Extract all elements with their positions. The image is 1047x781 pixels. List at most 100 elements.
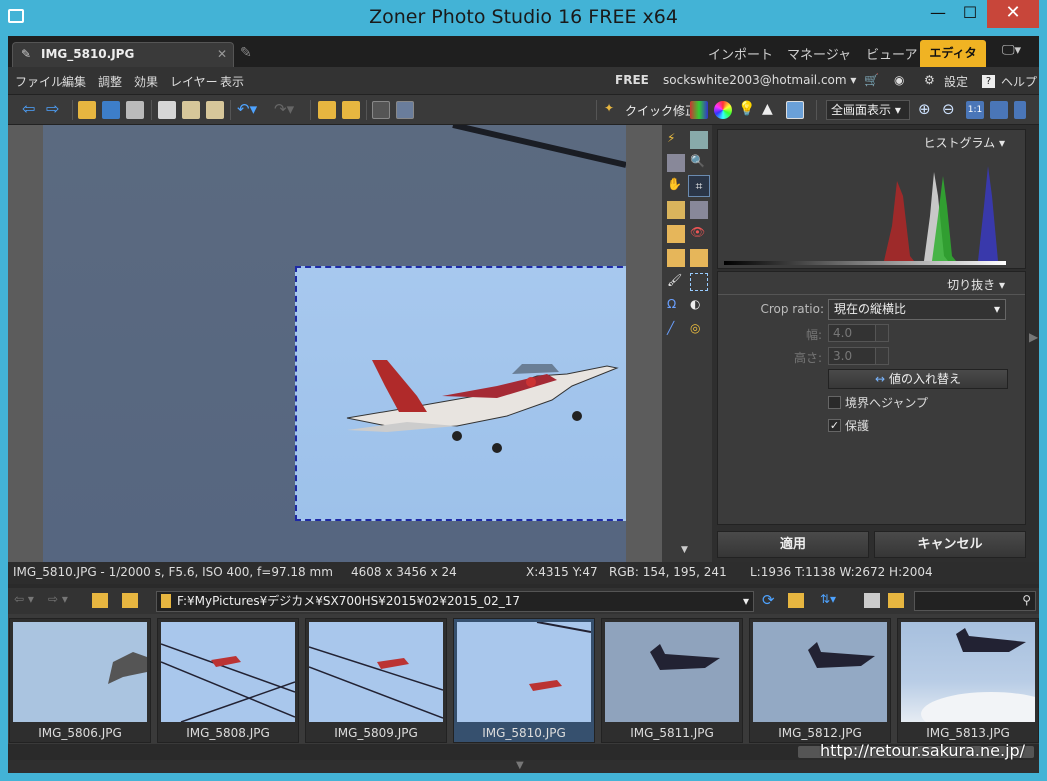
clone-tool-icon[interactable] bbox=[667, 249, 685, 267]
photo[interactable] bbox=[43, 125, 626, 562]
brightness-icon[interactable]: 💡 bbox=[738, 101, 756, 119]
print-icon[interactable] bbox=[126, 101, 144, 119]
path-dropdown-icon[interactable]: ▾ bbox=[743, 592, 749, 611]
zoom-mode-select[interactable]: 全画面表示 ▾ bbox=[826, 100, 910, 120]
menu-file[interactable]: ファイル bbox=[15, 73, 63, 90]
brush-tool-icon[interactable]: 🖌 bbox=[667, 273, 685, 291]
info-tool-icon[interactable] bbox=[667, 154, 685, 172]
open-folder-icon[interactable] bbox=[78, 101, 96, 119]
print-tool-icon[interactable] bbox=[690, 131, 708, 149]
menu-effects[interactable]: 効果 bbox=[134, 73, 158, 90]
zoom-in-icon[interactable]: ⊕ bbox=[918, 101, 936, 119]
sharpen-icon[interactable]: ▲ bbox=[762, 101, 780, 119]
selection-tool-icon[interactable] bbox=[690, 273, 708, 291]
back-icon[interactable]: ⇦ bbox=[22, 101, 40, 119]
picture-edit-icon[interactable] bbox=[786, 101, 804, 119]
red-eye-tool-icon[interactable]: 👁 bbox=[690, 225, 708, 243]
collapse-icon[interactable]: ▼ bbox=[516, 760, 524, 771]
paste-icon[interactable] bbox=[182, 101, 200, 119]
thumbnail[interactable]: IMG_5813.JPG bbox=[897, 618, 1039, 743]
maximize-button[interactable]: ☐ bbox=[951, 0, 989, 28]
document-tab[interactable]: ✎ IMG_5810.JPG ✕ bbox=[12, 42, 234, 67]
color-icon[interactable] bbox=[714, 101, 732, 119]
protect-checkbox[interactable]: ✓ bbox=[828, 419, 841, 432]
cart-icon[interactable]: 🛒 bbox=[864, 73, 879, 87]
mode-editor[interactable]: エディタ bbox=[920, 40, 986, 67]
gear-icon[interactable]: ⚙ bbox=[924, 73, 935, 87]
image-canvas[interactable] bbox=[8, 125, 662, 562]
shape-tool-icon[interactable]: ◐ bbox=[690, 297, 708, 315]
zoom-out-icon[interactable]: ⊖ bbox=[942, 101, 960, 119]
menu-adjust[interactable]: 調整 bbox=[98, 73, 122, 90]
copy-icon[interactable] bbox=[158, 101, 176, 119]
histogram-title[interactable]: ヒストグラム ▾ bbox=[924, 134, 1005, 151]
thumbnail[interactable]: IMG_5811.JPG bbox=[601, 618, 743, 743]
actual-size-icon[interactable]: 1:1 bbox=[966, 101, 984, 119]
crop-ratio-select[interactable]: 現在の縦横比 ▾ bbox=[828, 299, 1006, 320]
close-button[interactable]: ✕ bbox=[987, 0, 1039, 28]
thumbnail-selected[interactable]: IMG_5810.JPG bbox=[453, 618, 595, 743]
levels-icon[interactable] bbox=[690, 101, 708, 119]
lasso-tool-icon[interactable]: Ω bbox=[667, 297, 685, 315]
rss-icon[interactable]: ◉ bbox=[894, 73, 904, 87]
width-stepper[interactable] bbox=[875, 324, 889, 342]
zoom-tool-icon[interactable]: 🔍 bbox=[690, 154, 708, 172]
tool-scroll-down-icon[interactable]: ▼ bbox=[681, 545, 699, 563]
settings-link[interactable]: 設定 bbox=[944, 73, 968, 90]
apply-button[interactable]: 適用 bbox=[717, 531, 869, 558]
refresh-icon[interactable]: ⟳ bbox=[762, 591, 775, 609]
menu-view[interactable]: 表示 bbox=[220, 73, 244, 90]
monitor-icon[interactable]: 🖵▾ bbox=[1002, 43, 1021, 58]
rotate-right-icon[interactable] bbox=[342, 101, 360, 119]
hand-tool-icon[interactable]: ✋ bbox=[667, 177, 685, 195]
folder-browse-icon[interactable] bbox=[122, 593, 138, 608]
forward-icon[interactable]: ⇨ bbox=[46, 101, 64, 119]
line-tool-icon[interactable]: ╱ bbox=[667, 321, 685, 339]
mode-manager[interactable]: マネージャ bbox=[787, 44, 851, 63]
favorites-folder-icon[interactable] bbox=[788, 593, 804, 608]
new-folder-icon[interactable] bbox=[888, 593, 904, 608]
raw-jpg-icon[interactable] bbox=[864, 593, 880, 608]
help-link[interactable]: ヘルプ bbox=[1001, 73, 1037, 90]
quick-fix-tool-icon[interactable]: ⚡ bbox=[667, 131, 685, 149]
crop-selection[interactable] bbox=[295, 266, 626, 521]
stamp-tool-icon[interactable] bbox=[690, 249, 708, 267]
close-tab-icon[interactable]: ✕ bbox=[217, 47, 227, 61]
sort-icon[interactable]: ⇅▾ bbox=[820, 592, 836, 606]
fit-window-icon[interactable] bbox=[990, 101, 1008, 119]
quick-fix-button[interactable]: クイック修正 bbox=[625, 102, 697, 119]
cancel-button[interactable]: キャンセル bbox=[874, 531, 1026, 558]
gradient-tool-icon[interactable] bbox=[667, 225, 685, 243]
menu-edit[interactable]: 編集 bbox=[62, 73, 86, 90]
save-icon[interactable] bbox=[102, 101, 120, 119]
rotate-left-icon[interactable] bbox=[318, 101, 336, 119]
jump-to-border-checkbox[interactable] bbox=[828, 396, 841, 409]
swap-values-button[interactable]: ↔ 値の入れ替え bbox=[828, 369, 1008, 389]
straighten-tool-icon[interactable] bbox=[667, 201, 685, 219]
thumbnail[interactable]: IMG_5808.JPG bbox=[157, 618, 299, 743]
folder-up-icon[interactable] bbox=[92, 593, 108, 608]
thumbnail[interactable]: IMG_5812.JPG bbox=[749, 618, 891, 743]
height-stepper[interactable] bbox=[875, 347, 889, 365]
thumbnail[interactable]: IMG_5806.JPG bbox=[9, 618, 151, 743]
search-icon[interactable]: ⚲ bbox=[1022, 593, 1031, 607]
nav-forward-icon[interactable]: ⇨ ▾ bbox=[48, 592, 68, 606]
text-tool-icon[interactable]: ◎ bbox=[690, 321, 708, 339]
crop-tool-icon[interactable]: ⌗ bbox=[688, 175, 710, 197]
path-input[interactable]: F:¥MyPictures¥デジカメ¥SX700HS¥2015¥02¥2015_… bbox=[156, 591, 754, 612]
panel-expand-icon[interactable]: ▶ bbox=[1029, 330, 1038, 344]
fit-height-icon[interactable] bbox=[1014, 101, 1026, 119]
undo-icon[interactable]: ↶▾ bbox=[237, 101, 257, 119]
paste-new-icon[interactable] bbox=[206, 101, 224, 119]
account-email[interactable]: sockswhite2003@hotmail.com ▾ bbox=[663, 73, 856, 87]
layout-split-icon[interactable] bbox=[396, 101, 414, 119]
layout-single-icon[interactable] bbox=[372, 101, 390, 119]
mode-import[interactable]: インポート bbox=[708, 44, 773, 63]
search-input[interactable]: ⚲ bbox=[914, 591, 1036, 611]
mode-viewer[interactable]: ビューア bbox=[866, 44, 917, 63]
menu-layer[interactable]: レイヤー bbox=[170, 73, 218, 90]
nav-back-icon[interactable]: ⇦ ▾ bbox=[14, 592, 34, 606]
redo-icon[interactable]: ↷▾ bbox=[274, 101, 294, 119]
new-tab-icon[interactable]: ✎ bbox=[240, 45, 252, 61]
crop-title[interactable]: 切り抜き ▾ bbox=[947, 276, 1005, 293]
